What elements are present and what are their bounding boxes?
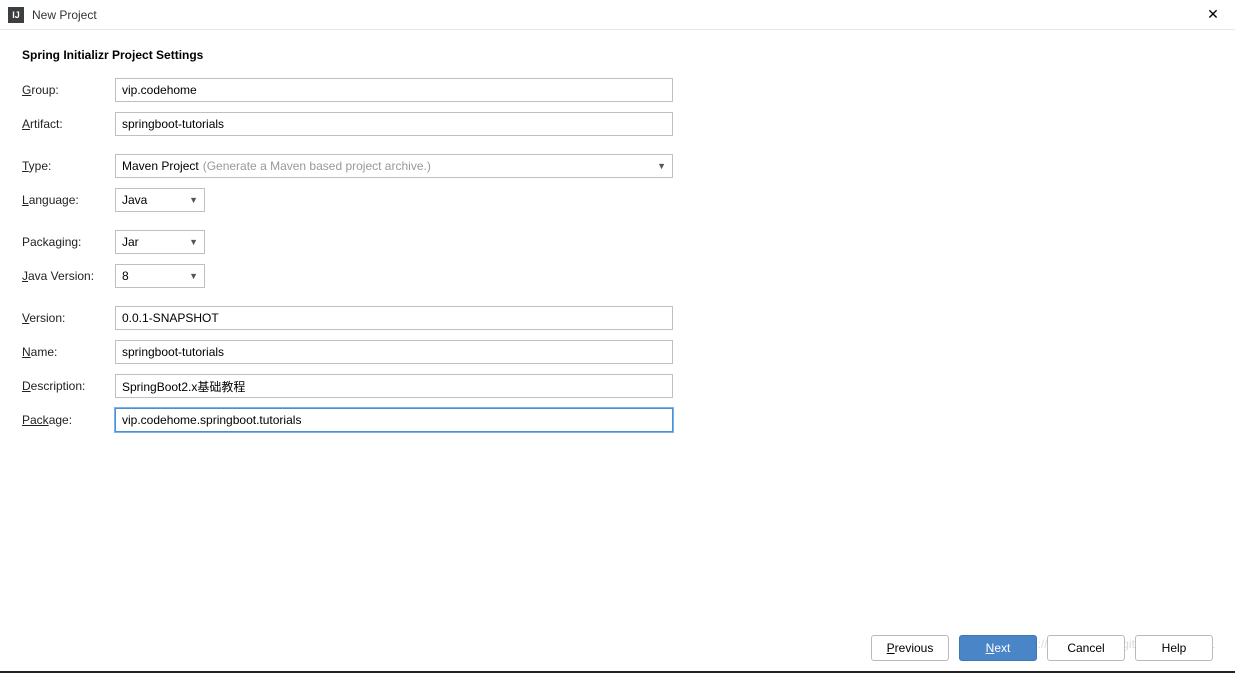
footer-buttons: Previous Next Cancel Help [871,635,1213,661]
window-title: New Project [32,8,97,22]
name-input[interactable] [115,340,673,364]
type-hint: (Generate a Maven based project archive.… [203,159,431,173]
chevron-down-icon: ▼ [189,271,198,281]
chevron-down-icon: ▼ [657,161,666,171]
row-package: Package: [22,408,1213,432]
type-dropdown[interactable]: Maven Project (Generate a Maven based pr… [115,154,673,178]
row-name: Name: [22,340,1213,364]
package-input[interactable] [115,408,673,432]
type-selected-value: Maven Project [122,159,199,173]
label-java-version: Java Version: [22,269,115,283]
label-package: Package: [22,413,115,427]
label-name: Name: [22,345,115,359]
language-dropdown[interactable]: Java ▼ [115,188,205,212]
packaging-value: Jar [122,235,139,249]
group-input[interactable] [115,78,673,102]
row-group: Group: [22,78,1213,102]
cancel-button[interactable]: Cancel [1047,635,1125,661]
label-type: Type: [22,159,115,173]
label-language: Language: [22,193,115,207]
language-value: Java [122,193,147,207]
help-button[interactable]: Help [1135,635,1213,661]
java-version-value: 8 [122,269,129,283]
version-input[interactable] [115,306,673,330]
chevron-down-icon: ▼ [189,195,198,205]
row-language: Language: Java ▼ [22,188,1213,212]
row-type: Type: Maven Project (Generate a Maven ba… [22,154,1213,178]
label-group: Group: [22,83,115,97]
page-heading: Spring Initializr Project Settings [22,48,1213,62]
row-artifact: Artifact: [22,112,1213,136]
java-version-dropdown[interactable]: 8 ▼ [115,264,205,288]
app-icon: IJ [8,7,24,23]
label-description: Description: [22,379,115,393]
description-input[interactable] [115,374,673,398]
artifact-input[interactable] [115,112,673,136]
chevron-down-icon: ▼ [189,237,198,247]
previous-button[interactable]: Previous [871,635,949,661]
content-area: Spring Initializr Project Settings Group… [0,30,1235,460]
label-artifact: Artifact: [22,117,115,131]
packaging-dropdown[interactable]: Jar ▼ [115,230,205,254]
label-version: Version: [22,311,115,325]
row-version: Version: [22,306,1213,330]
titlebar-left: IJ New Project [8,7,97,23]
close-icon[interactable]: ✕ [1203,5,1223,25]
titlebar: IJ New Project ✕ [0,0,1235,30]
label-packaging: Packaging: [22,235,115,249]
row-description: Description: [22,374,1213,398]
next-button[interactable]: Next [959,635,1037,661]
row-java-version: Java Version: 8 ▼ [22,264,1213,288]
row-packaging: Packaging: Jar ▼ [22,230,1213,254]
